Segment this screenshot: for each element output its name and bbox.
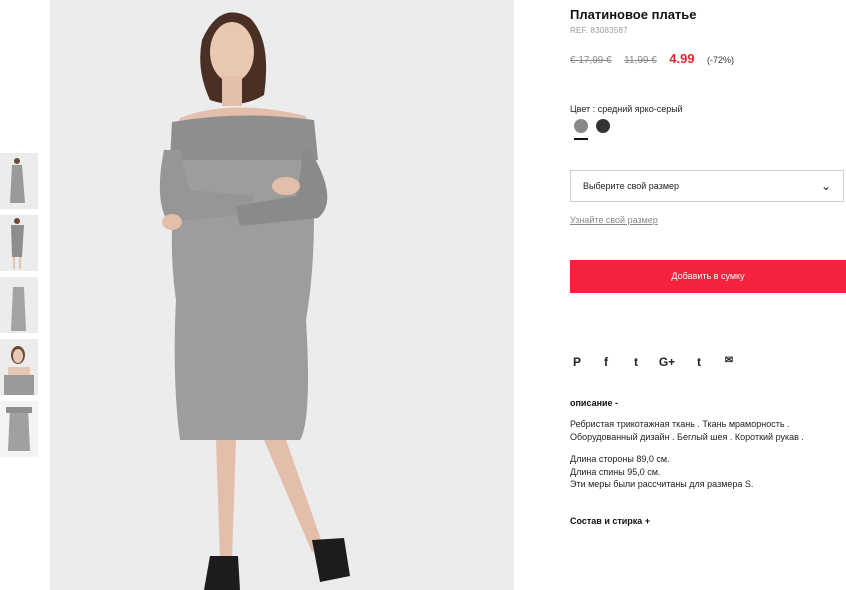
twitter-icon[interactable]: t (629, 355, 643, 369)
product-ref: REF. 83083587 (570, 26, 628, 35)
price-block: € 17,99 € 11,99 € 4.99 (-72%) (570, 50, 734, 66)
description-line-1: Ребристая трикотажная ткань . Ткань мрам… (570, 419, 790, 429)
chevron-down-icon: ⌄ (820, 179, 831, 193)
measurement-side: Длина стороны 89,0 см. (570, 454, 670, 464)
measurement-note: Эти меры были рассчитаны для размера S. (570, 479, 754, 489)
google-plus-icon[interactable]: G+ (658, 355, 676, 369)
thumbnail-3[interactable] (0, 277, 38, 333)
description-text: Ребристая трикотажная ткань . Ткань мрам… (570, 418, 840, 443)
measurements: Длина стороны 89,0 см. Длина спины 95,0 … (570, 453, 840, 491)
description-heading[interactable]: описание - (570, 398, 618, 408)
size-guide-link[interactable]: Узнайте свой размер (570, 215, 658, 225)
thumbnail-5[interactable] (0, 401, 38, 457)
composition-toggle[interactable]: Состав и стирка + (570, 516, 650, 526)
thumbnail-2[interactable] (0, 215, 38, 271)
size-select[interactable]: Выберите свой размер ⌄ (570, 170, 844, 202)
thumbnail-4[interactable] (0, 339, 38, 395)
description-line-2: Оборудованный дизайн . Беглый шея . Коро… (570, 431, 804, 442)
old-price-2: 11,99 € (624, 55, 657, 66)
facebook-icon[interactable]: f (599, 355, 613, 369)
tumblr-icon[interactable]: t (692, 355, 706, 369)
color-swatch-dark[interactable] (596, 119, 610, 133)
old-price-1: € 17,99 € (570, 55, 612, 66)
measurement-back: Длина спины 95,0 см. (570, 466, 661, 477)
size-select-label: Выберите свой размер (583, 181, 680, 191)
product-main-image[interactable] (50, 0, 514, 590)
email-icon[interactable]: ✉ (722, 355, 736, 366)
current-price: 4.99 (669, 51, 695, 66)
pinterest-icon[interactable]: P (570, 355, 584, 369)
selected-swatch-indicator (574, 138, 588, 140)
color-label-text: Цвет : (570, 104, 596, 114)
add-to-bag-button[interactable]: Добавить в сумку (570, 260, 846, 293)
thumbnail-1[interactable] (0, 153, 38, 209)
color-value: средний ярко-серый (597, 104, 683, 114)
discount-badge: (-72%) (707, 55, 735, 65)
product-title: Платиновое платье (570, 7, 697, 22)
color-label: Цвет : средний ярко-серый (570, 104, 683, 114)
color-swatch-gray[interactable] (574, 119, 588, 133)
